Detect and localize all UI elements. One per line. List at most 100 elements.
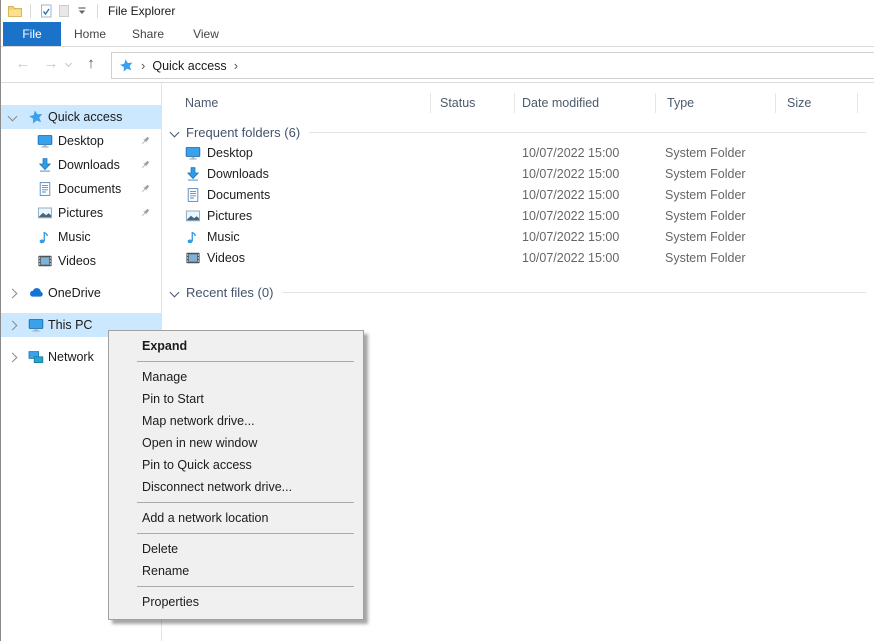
sidebar-item-music[interactable]: Music	[1, 225, 161, 249]
file-row-pictures[interactable]: Pictures 10/07/2022 15:00 System Folder	[162, 206, 874, 227]
file-type: System Folder	[665, 146, 746, 160]
sidebar-item-documents[interactable]: Documents	[1, 177, 161, 201]
sidebar-item-label: Network	[48, 350, 94, 364]
column-header-date-modified[interactable]: Date modified	[522, 96, 599, 110]
menu-item-map-network-drive[interactable]: Map network drive...	[109, 410, 363, 432]
tab-view[interactable]: View	[177, 22, 235, 46]
menu-item-pin-to-quick-access[interactable]: Pin to Quick access	[109, 454, 363, 476]
tab-file[interactable]: File	[3, 22, 61, 46]
downloads-icon	[185, 166, 201, 182]
qat-customize-chevron-icon[interactable]	[73, 2, 91, 20]
menu-separator	[137, 533, 354, 534]
sidebar-item-label: OneDrive	[48, 286, 101, 300]
new-folder-icon[interactable]	[55, 2, 73, 20]
properties-check-icon[interactable]	[37, 2, 55, 20]
up-button[interactable]: ↑	[81, 51, 101, 75]
desktop-icon	[185, 145, 201, 161]
breadcrumb-chevron-icon[interactable]: ›	[234, 58, 238, 73]
expander-chevron-icon[interactable]	[8, 112, 18, 122]
menu-item-rename[interactable]: Rename	[109, 560, 363, 582]
column-header-name[interactable]: Name	[185, 96, 218, 110]
menu-item-pin-to-start[interactable]: Pin to Start	[109, 388, 363, 410]
sidebar-item-label: Desktop	[58, 134, 104, 148]
file-type: System Folder	[665, 167, 746, 181]
pin-icon[interactable]	[139, 135, 151, 147]
group-header-frequent-folders[interactable]: Frequent folders (6)	[162, 121, 874, 143]
sidebar-item-onedrive[interactable]: OneDrive	[1, 281, 161, 305]
network-icon	[28, 349, 44, 365]
ribbon-tabs: File Home Share View	[1, 22, 874, 47]
file-type: System Folder	[665, 230, 746, 244]
menu-item-disconnect-network-drive[interactable]: Disconnect network drive...	[109, 476, 363, 498]
column-divider[interactable]	[857, 93, 858, 113]
file-name: Downloads	[207, 167, 269, 181]
column-divider[interactable]	[430, 93, 431, 113]
documents-icon	[185, 187, 201, 203]
column-header-status[interactable]: Status	[440, 96, 475, 110]
recent-locations-chevron-icon[interactable]	[62, 51, 74, 75]
group-collapse-chevron-icon[interactable]	[170, 287, 180, 297]
sidebar-item-videos[interactable]: Videos	[1, 249, 161, 273]
breadcrumb-chevron-icon[interactable]: ›	[141, 58, 145, 73]
quick-access-star-icon	[119, 58, 134, 73]
sidebar-item-label: Downloads	[58, 158, 120, 172]
column-divider[interactable]	[514, 93, 515, 113]
file-name: Pictures	[207, 209, 252, 223]
tab-share[interactable]: Share	[119, 22, 177, 46]
file-row-downloads[interactable]: Downloads 10/07/2022 15:00 System Folder	[162, 164, 874, 185]
file-row-videos[interactable]: Videos 10/07/2022 15:00 System Folder	[162, 248, 874, 269]
expander-chevron-icon[interactable]	[8, 321, 18, 331]
column-headers: Name Status Date modified Type Size	[162, 91, 874, 117]
sidebar-item-label: Documents	[58, 182, 121, 196]
forward-button[interactable]: →	[41, 51, 61, 75]
file-date-modified: 10/07/2022 15:00	[522, 188, 619, 202]
this-pc-icon	[28, 317, 44, 333]
file-date-modified: 10/07/2022 15:00	[522, 146, 619, 160]
sidebar-item-quick-access[interactable]: Quick access	[1, 105, 161, 129]
back-button[interactable]: ←	[13, 51, 33, 75]
file-row-desktop[interactable]: Desktop 10/07/2022 15:00 System Folder	[162, 143, 874, 164]
group-collapse-chevron-icon[interactable]	[170, 127, 180, 137]
music-icon	[185, 229, 201, 245]
expander-chevron-icon[interactable]	[8, 289, 18, 299]
pin-icon[interactable]	[139, 159, 151, 171]
menu-separator	[137, 361, 354, 362]
pin-icon[interactable]	[139, 183, 151, 195]
file-row-music[interactable]: Music 10/07/2022 15:00 System Folder	[162, 227, 874, 248]
sidebar-item-desktop[interactable]: Desktop	[1, 129, 161, 153]
file-date-modified: 10/07/2022 15:00	[522, 167, 619, 181]
titlebar-separator	[30, 4, 31, 18]
window-title: File Explorer	[108, 4, 175, 18]
breadcrumb-root[interactable]: Quick access	[152, 59, 226, 73]
quick-access-star-icon	[28, 109, 44, 125]
group-header-recent-files[interactable]: Recent files (0)	[162, 281, 874, 303]
group-label: Recent files (0)	[186, 285, 273, 300]
videos-icon	[185, 250, 201, 266]
sidebar-item-label: Quick access	[48, 110, 122, 124]
menu-item-delete[interactable]: Delete	[109, 538, 363, 560]
column-header-type[interactable]: Type	[667, 96, 694, 110]
column-divider[interactable]	[655, 93, 656, 113]
menu-item-expand[interactable]: Expand	[109, 335, 363, 357]
address-bar[interactable]: › Quick access ›	[111, 52, 874, 79]
sidebar-item-label: This PC	[48, 318, 92, 332]
desktop-icon	[37, 133, 53, 149]
pin-icon[interactable]	[139, 207, 151, 219]
titlebar: File Explorer	[1, 0, 874, 22]
expander-chevron-icon[interactable]	[8, 353, 18, 363]
column-header-size[interactable]: Size	[787, 96, 811, 110]
file-type: System Folder	[665, 251, 746, 265]
menu-item-manage[interactable]: Manage	[109, 366, 363, 388]
file-name: Videos	[207, 251, 245, 265]
titlebar-separator	[97, 4, 98, 18]
file-row-documents[interactable]: Documents 10/07/2022 15:00 System Folder	[162, 185, 874, 206]
tab-home[interactable]: Home	[61, 22, 119, 46]
menu-item-add-a-network-location[interactable]: Add a network location	[109, 507, 363, 529]
explorer-folder-icon[interactable]	[6, 2, 24, 20]
sidebar-item-downloads[interactable]: Downloads	[1, 153, 161, 177]
videos-icon	[37, 253, 53, 269]
column-divider[interactable]	[775, 93, 776, 113]
sidebar-item-pictures[interactable]: Pictures	[1, 201, 161, 225]
menu-item-open-in-new-window[interactable]: Open in new window	[109, 432, 363, 454]
menu-item-properties[interactable]: Properties	[109, 591, 363, 613]
